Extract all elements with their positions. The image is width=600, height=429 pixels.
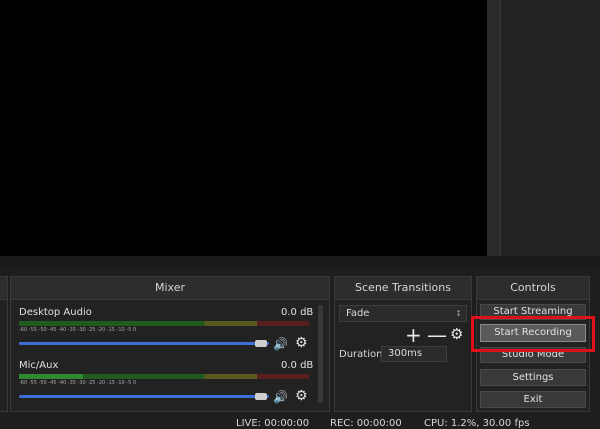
gear-icon[interactable]: ⚙ (295, 336, 308, 350)
sources-dock-edge (0, 276, 8, 412)
controls-title: Controls (477, 277, 589, 300)
live-timer: LIVE: 00:00:00 (236, 418, 310, 429)
mic-aux-volume-handle[interactable] (255, 393, 267, 400)
mic-aux-db: 0.0 dB (281, 360, 314, 371)
duration-value: 300ms (388, 348, 423, 359)
speaker-icon[interactable]: 🔊 (273, 338, 288, 350)
desktop-audio-meter (19, 321, 309, 326)
desktop-audio-ticks: -60 -55 -50 -45 -40 -35 -30 -25 -20 -15 … (19, 327, 137, 333)
settings-button[interactable]: Settings (480, 369, 586, 386)
rec-timer: REC: 00:00:00 (330, 418, 402, 429)
desktop-audio-volume-handle[interactable] (255, 340, 267, 347)
duration-spinbox[interactable]: 300ms (381, 346, 447, 362)
start-recording-highlight (471, 316, 595, 352)
gear-icon[interactable]: ⚙ (295, 389, 308, 403)
chevron-updown-icon: ↕ (455, 309, 462, 318)
mixer-scrollbar[interactable] (318, 305, 323, 403)
mic-aux-meter (19, 374, 309, 379)
desktop-audio-volume-slider[interactable] (19, 342, 269, 345)
transition-select[interactable]: Fade ↕ (339, 305, 467, 322)
desktop-audio-label: Desktop Audio (19, 307, 92, 318)
mixer-dock: Mixer Desktop Audio 0.0 dB -60 -55 -50 -… (10, 276, 330, 412)
add-transition-icon[interactable]: + (405, 323, 422, 347)
remove-transition-icon[interactable]: — (427, 323, 447, 347)
sources-dock-title (0, 277, 7, 300)
scene-transitions-dock: Scene Transitions Fade ↕ + — ⚙ Duration … (334, 276, 472, 412)
status-bar: LIVE: 00:00:00 REC: 00:00:00 CPU: 1.2%, … (0, 416, 600, 429)
gear-icon[interactable]: ⚙ (450, 325, 463, 343)
preview-bottom-edge (0, 256, 600, 270)
preview-side-panel-inner (500, 0, 600, 256)
transition-select-value: Fade (346, 308, 370, 319)
speaker-icon[interactable]: 🔊 (273, 391, 288, 403)
mic-aux-label: Mic/Aux (19, 360, 59, 371)
mic-aux-ticks: -60 -55 -50 -45 -40 -35 -30 -25 -20 -15 … (19, 380, 137, 386)
exit-button[interactable]: Exit (480, 391, 586, 408)
cpu-fps: CPU: 1.2%, 30.00 fps (424, 418, 530, 429)
mixer-title: Mixer (11, 277, 329, 300)
preview-canvas[interactable] (0, 0, 487, 256)
duration-label: Duration (339, 349, 383, 360)
mic-aux-volume-slider[interactable] (19, 395, 269, 398)
scene-transitions-title: Scene Transitions (335, 277, 471, 300)
desktop-audio-db: 0.0 dB (281, 307, 314, 318)
